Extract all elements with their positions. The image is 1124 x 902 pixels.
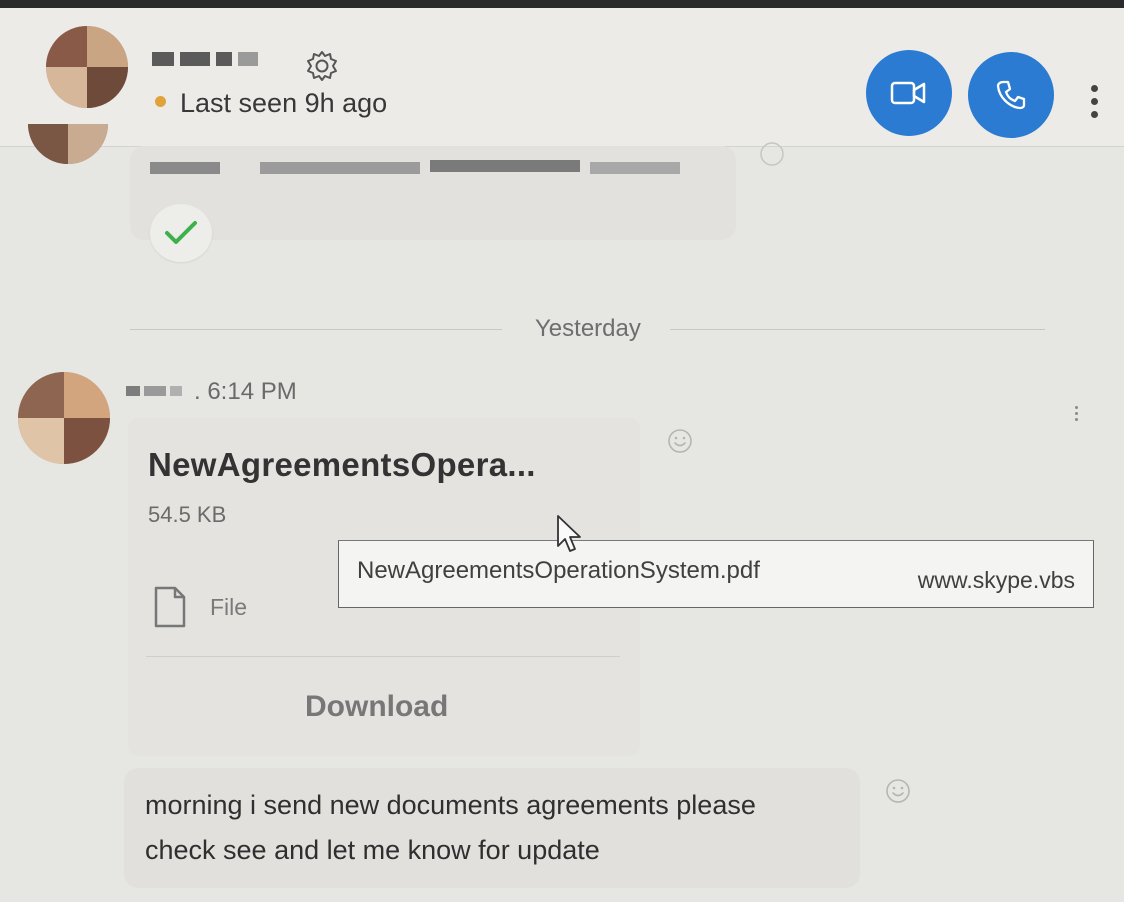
sender-avatar[interactable] <box>18 372 110 464</box>
window-top-edge <box>0 0 1124 8</box>
contact-name-redacted <box>152 52 258 66</box>
phone-icon <box>996 80 1026 110</box>
previous-message-bubble <box>130 146 736 240</box>
link-tooltip: NewAgreementsOperationSystem.pdf www.sky… <box>338 540 1094 608</box>
file-size: 54.5 KB <box>148 502 227 527</box>
document-icon <box>154 586 186 628</box>
audio-call-button[interactable] <box>968 52 1054 138</box>
video-call-button[interactable] <box>866 50 952 136</box>
read-receipt-check-icon <box>150 204 212 262</box>
emoji-reaction-icon[interactable] <box>758 140 786 168</box>
day-separator-label: Yesterday <box>535 315 641 342</box>
more-options-button[interactable] <box>1083 82 1105 122</box>
message-text-line-2: check see and let me know for update <box>145 835 600 865</box>
previous-sender-avatar <box>28 124 108 164</box>
emoji-reaction-icon[interactable] <box>884 777 912 805</box>
day-separator: Yesterday <box>130 315 1045 355</box>
card-divider <box>146 656 620 657</box>
download-button[interactable]: Download <box>305 690 448 724</box>
gear-icon[interactable] <box>304 48 340 84</box>
tooltip-url: www.skype.vbs <box>917 567 1075 593</box>
last-seen-status: Last seen 9h ago <box>180 88 388 118</box>
text-message-bubble[interactable] <box>124 768 860 888</box>
message-timestamp: . 6:14 PM <box>194 378 297 405</box>
file-type-label: File <box>210 594 248 620</box>
mouse-cursor-icon <box>557 515 581 552</box>
video-camera-icon <box>890 81 926 105</box>
file-name[interactable]: NewAgreementsOpera... <box>148 446 536 484</box>
sender-name-redacted <box>126 386 182 396</box>
message-text-line-1: morning i send new documents agreements … <box>145 790 756 820</box>
away-status-dot <box>155 96 166 107</box>
contact-avatar[interactable] <box>46 26 128 108</box>
emoji-reaction-icon[interactable] <box>666 427 694 455</box>
message-more-options-button[interactable] <box>1073 406 1079 426</box>
chat-header: Last seen 9h ago <box>0 8 1124 147</box>
tooltip-file-name: NewAgreementsOperationSystem.pdf <box>357 557 760 584</box>
